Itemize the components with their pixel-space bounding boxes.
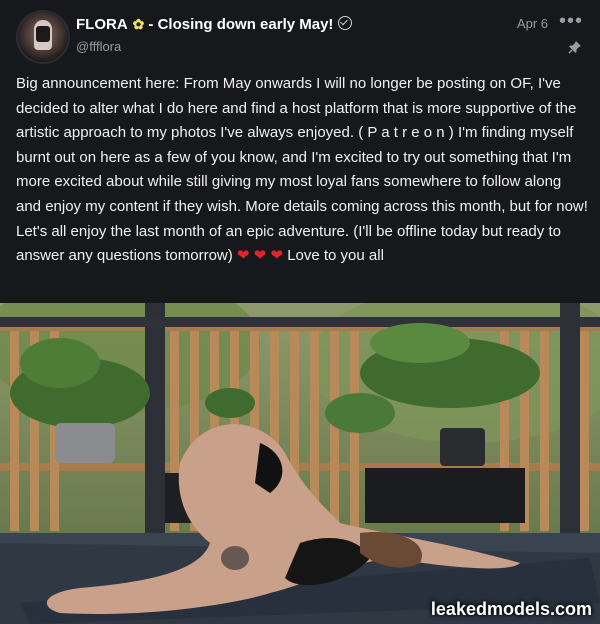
avatar[interactable]	[16, 10, 70, 64]
post-body-end: Love to you all	[287, 247, 384, 265]
post-image-scene	[0, 303, 600, 624]
display-name-suffix: - Closing down early May!	[148, 16, 334, 33]
flower-icon: ✿	[132, 16, 145, 32]
post-body: Big announcement here: From May onwards …	[16, 72, 588, 269]
display-name-text: FLORA	[76, 16, 128, 33]
post-image[interactable]: leakedmodels.com	[0, 303, 600, 624]
post-body-text: Big announcement here: From May onwards …	[16, 75, 588, 265]
handle[interactable]: @ffflora	[76, 39, 121, 54]
heart-icon: ❤	[236, 247, 250, 265]
heart-icon: ❤	[253, 247, 267, 265]
post-header: FLORA ✿ - Closing down early May! @ffflora…	[0, 0, 600, 70]
post-date[interactable]: Apr 6	[517, 16, 548, 31]
display-name[interactable]: FLORA ✿ - Closing down early May!	[76, 15, 353, 33]
pin-icon	[568, 41, 581, 54]
avatar-figure-shadow	[36, 26, 50, 42]
heart-icon: ❤	[270, 247, 284, 265]
verified-icon	[338, 16, 353, 30]
more-options-icon[interactable]: •••	[559, 10, 583, 33]
watermark: leakedmodels.com	[430, 599, 592, 619]
